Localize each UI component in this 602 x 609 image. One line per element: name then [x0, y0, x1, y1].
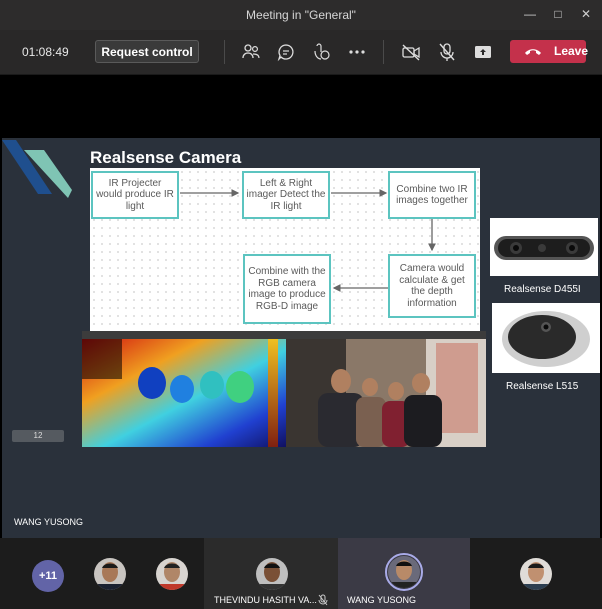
realsense-l515-image: [502, 311, 590, 367]
avatar[interactable]: [94, 558, 126, 590]
share-tray-icon[interactable]: [473, 42, 493, 62]
window-title: Meeting in "General": [246, 8, 356, 22]
camera-label: Realsense L515: [506, 381, 579, 392]
depth-map-image: [82, 339, 286, 447]
camera-image-d455i: [490, 218, 598, 276]
presenter-name: WANG YUSONG: [14, 517, 84, 527]
reactions-icon[interactable]: [311, 42, 331, 62]
slide-logo-shape: [2, 140, 72, 198]
participant-photo: [156, 558, 188, 590]
title-bar: Meeting in "General" — □ ✕: [0, 0, 602, 30]
leave-button[interactable]: Leave: [510, 40, 589, 63]
avatar[interactable]: [520, 558, 552, 590]
gallery-tile[interactable]: +11: [0, 538, 204, 609]
window-titlebar: [286, 331, 486, 339]
overflow-participants-badge[interactable]: +11: [32, 560, 64, 592]
flow-step: Combine two IR images together: [388, 171, 476, 219]
depth-stream-window: [82, 331, 286, 447]
toolbar-divider: [224, 40, 225, 64]
participant-photo: [520, 558, 552, 590]
participant-name: THEVINDU HASITH VA...: [214, 595, 317, 605]
hang-up-icon: [525, 49, 541, 55]
meeting-timer: 01:08:49: [22, 45, 69, 59]
maximize-icon[interactable]: □: [550, 6, 566, 22]
presentation-slide: Realsense Camera IR Projecter would prod…: [2, 138, 600, 550]
participant-photo: [94, 558, 126, 590]
avatar[interactable]: [256, 558, 288, 590]
flow-step: Combine with the RGB camera image to pro…: [243, 254, 331, 324]
flow-step: Camera would calculate & get the depth i…: [388, 254, 476, 318]
participant-gallery: +11 THEVINDU HASITH VA... WANG YUSONG: [0, 538, 602, 609]
camera-off-icon[interactable]: [401, 42, 421, 62]
slide-title: Realsense Camera: [90, 148, 242, 167]
request-control-button[interactable]: Request control: [95, 40, 199, 63]
participant-name: WANG YUSONG: [347, 595, 417, 605]
realsense-d455i-image: [494, 236, 594, 260]
camera-image-l515: [492, 303, 600, 373]
avatar[interactable]: [388, 556, 420, 588]
minimize-icon[interactable]: —: [522, 6, 538, 22]
participants-icon[interactable]: [241, 42, 261, 62]
toolbar-divider: [383, 40, 384, 64]
leave-label: Leave: [554, 44, 589, 58]
flow-diagram: IR Projecter would produce IR light Left…: [90, 168, 480, 331]
more-options-icon[interactable]: [347, 42, 367, 62]
camera-label: Realsense D455I: [504, 284, 581, 295]
avatar[interactable]: [156, 558, 188, 590]
participant-photo: [256, 558, 288, 590]
slide-page-indicator: 12: [12, 430, 64, 442]
close-icon[interactable]: ✕: [578, 6, 594, 22]
mic-off-icon[interactable]: [437, 42, 457, 62]
rgb-camera-image: [286, 339, 486, 447]
shared-screen-stage: Realsense Camera IR Projecter would prod…: [0, 75, 602, 550]
rgb-stream-window: [286, 331, 486, 447]
window-titlebar: [82, 331, 286, 339]
gallery-tile[interactable]: [470, 538, 602, 609]
muted-mic-icon: [318, 594, 328, 606]
gallery-tile[interactable]: THEVINDU HASITH VA...: [204, 538, 338, 609]
chat-icon[interactable]: [276, 42, 296, 62]
participant-photo: [388, 556, 420, 588]
gallery-tile-active-speaker[interactable]: WANG YUSONG: [338, 538, 470, 609]
meeting-toolbar: 01:08:49 Request control Leave: [0, 30, 602, 75]
flow-step: Left & Right imager Detect the IR light: [242, 171, 330, 219]
flow-step: IR Projecter would produce IR light: [91, 171, 179, 219]
